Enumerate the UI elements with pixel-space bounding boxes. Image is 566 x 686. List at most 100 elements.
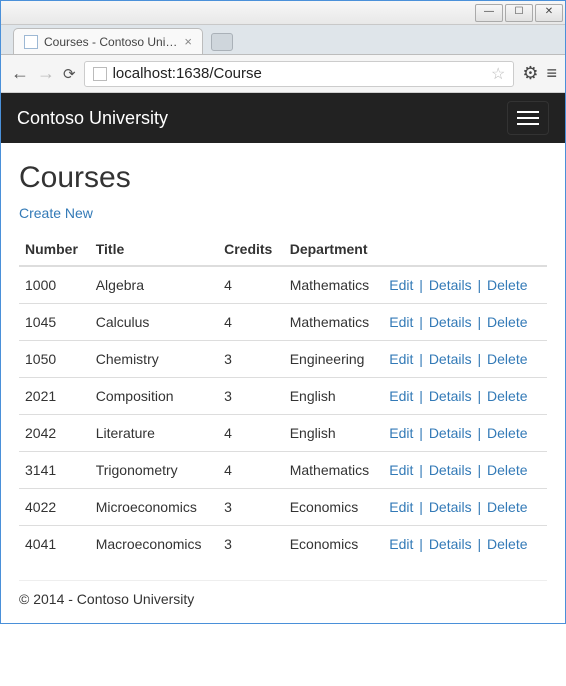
gear-icon[interactable]: ⚙ (522, 63, 538, 84)
details-link[interactable]: Details (429, 314, 472, 330)
delete-link[interactable]: Delete (487, 388, 527, 404)
new-tab-button[interactable] (211, 33, 233, 51)
delete-link[interactable]: Delete (487, 462, 527, 478)
cell-title: Composition (90, 378, 218, 415)
cell-number: 1000 (19, 266, 90, 304)
action-separator: | (415, 462, 426, 478)
cell-actions: Edit | Details | Delete (383, 415, 547, 452)
action-separator: | (474, 499, 485, 515)
browser-window: — ☐ ✕ Courses - Contoso Univers × ← → ⟳ … (0, 0, 566, 624)
details-link[interactable]: Details (429, 536, 472, 552)
page-title: Courses (19, 161, 547, 195)
create-new-link[interactable]: Create New (19, 205, 93, 221)
edit-link[interactable]: Edit (389, 277, 413, 293)
cell-credits: 3 (218, 378, 284, 415)
navbar-brand[interactable]: Contoso University (17, 108, 168, 129)
table-row: 4022Microeconomics3EconomicsEdit | Detai… (19, 489, 547, 526)
delete-link[interactable]: Delete (487, 499, 527, 515)
details-link[interactable]: Details (429, 388, 472, 404)
forward-button[interactable]: → (37, 63, 55, 84)
site-navbar: Contoso University (1, 93, 565, 143)
table-row: 1050Chemistry3EngineeringEdit | Details … (19, 341, 547, 378)
cell-number: 4022 (19, 489, 90, 526)
tab-strip: Courses - Contoso Univers × (1, 25, 565, 55)
edit-link[interactable]: Edit (389, 536, 413, 552)
edit-link[interactable]: Edit (389, 388, 413, 404)
cell-actions: Edit | Details | Delete (383, 452, 547, 489)
hamburger-icon (517, 111, 539, 113)
cell-credits: 4 (218, 266, 284, 304)
back-button[interactable]: ← (11, 63, 29, 84)
edit-link[interactable]: Edit (389, 499, 413, 515)
delete-link[interactable]: Delete (487, 314, 527, 330)
cell-department: Engineering (284, 341, 384, 378)
cell-title: Chemistry (90, 341, 218, 378)
url-port: 1638 (176, 65, 209, 82)
bookmark-star-icon[interactable]: ☆ (491, 64, 505, 84)
col-header-number: Number (19, 233, 90, 266)
cell-title: Trigonometry (90, 452, 218, 489)
cell-credits: 3 (218, 489, 284, 526)
table-row: 4041Macroeconomics3EconomicsEdit | Detai… (19, 526, 547, 563)
navbar-toggle-button[interactable] (507, 101, 549, 135)
action-separator: | (415, 351, 426, 367)
table-row: 1045Calculus4MathematicsEdit | Details |… (19, 304, 547, 341)
page-icon (24, 35, 38, 49)
action-separator: | (474, 314, 485, 330)
close-window-button[interactable]: ✕ (535, 4, 563, 22)
delete-link[interactable]: Delete (487, 351, 527, 367)
delete-link[interactable]: Delete (487, 425, 527, 441)
footer-rule (19, 580, 547, 581)
cell-department: English (284, 415, 384, 452)
cell-actions: Edit | Details | Delete (383, 526, 547, 563)
action-separator: | (415, 536, 426, 552)
action-separator: | (415, 425, 426, 441)
window-titlebar: — ☐ ✕ (1, 1, 565, 25)
details-link[interactable]: Details (429, 462, 472, 478)
cell-department: Economics (284, 526, 384, 563)
edit-link[interactable]: Edit (389, 462, 413, 478)
action-separator: | (474, 277, 485, 293)
cell-actions: Edit | Details | Delete (383, 378, 547, 415)
cell-department: English (284, 378, 384, 415)
cell-number: 1045 (19, 304, 90, 341)
action-separator: | (474, 536, 485, 552)
courses-table: Number Title Credits Department 1000Alge… (19, 233, 547, 562)
action-separator: | (474, 351, 485, 367)
col-header-actions (383, 233, 547, 266)
page-content: Courses Create New Number Title Credits … (1, 143, 565, 623)
cell-title: Algebra (90, 266, 218, 304)
delete-link[interactable]: Delete (487, 536, 527, 552)
details-link[interactable]: Details (429, 425, 472, 441)
cell-credits: 4 (218, 415, 284, 452)
minimize-button[interactable]: — (475, 4, 503, 22)
url-field[interactable]: localhost:1638/Course ☆ (84, 61, 515, 87)
cell-department: Mathematics (284, 266, 384, 304)
action-separator: | (415, 314, 426, 330)
cell-actions: Edit | Details | Delete (383, 489, 547, 526)
edit-link[interactable]: Edit (389, 314, 413, 330)
details-link[interactable]: Details (429, 499, 472, 515)
close-tab-icon[interactable]: × (184, 34, 192, 49)
table-row: 3141Trigonometry4MathematicsEdit | Detai… (19, 452, 547, 489)
chrome-menu-icon[interactable]: ≡ (546, 63, 555, 84)
edit-link[interactable]: Edit (389, 425, 413, 441)
cell-number: 4041 (19, 526, 90, 563)
table-row: 2042Literature4EnglishEdit | Details | D… (19, 415, 547, 452)
table-row: 2021Composition3EnglishEdit | Details | … (19, 378, 547, 415)
maximize-button[interactable]: ☐ (505, 4, 533, 22)
action-separator: | (415, 499, 426, 515)
edit-link[interactable]: Edit (389, 351, 413, 367)
action-separator: | (474, 425, 485, 441)
cell-credits: 3 (218, 341, 284, 378)
reload-button[interactable]: ⟳ (63, 65, 76, 83)
browser-tab[interactable]: Courses - Contoso Univers × (13, 28, 203, 54)
cell-title: Macroeconomics (90, 526, 218, 563)
footer-text: © 2014 - Contoso University (19, 591, 547, 607)
cell-number: 2042 (19, 415, 90, 452)
delete-link[interactable]: Delete (487, 277, 527, 293)
cell-title: Microeconomics (90, 489, 218, 526)
details-link[interactable]: Details (429, 277, 472, 293)
cell-number: 2021 (19, 378, 90, 415)
details-link[interactable]: Details (429, 351, 472, 367)
